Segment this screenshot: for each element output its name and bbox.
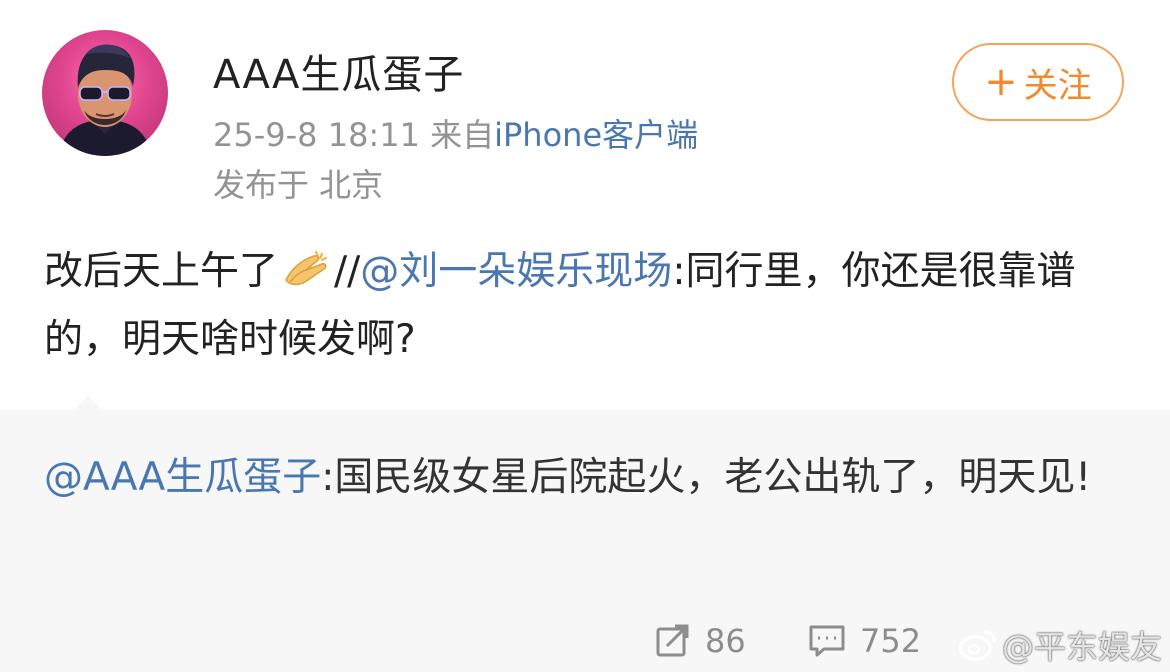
follow-button[interactable]: + 关注 xyxy=(952,43,1124,121)
repost-body: @AAA生瓜蛋子:国民级女星后院起火，老公出轨了，明天见! xyxy=(44,444,1129,512)
repost-count-button[interactable]: 86 xyxy=(655,622,746,660)
post-source-link[interactable]: iPhone客户端 xyxy=(494,116,698,154)
follow-label: 关注 xyxy=(1023,65,1092,106)
weibo-logo-icon xyxy=(958,630,996,661)
repost-author-mention[interactable]: @AAA生瓜蛋子 xyxy=(44,455,321,500)
mention-link[interactable]: @刘一朵娱乐现场 xyxy=(360,249,672,294)
plus-icon: + xyxy=(984,59,1018,105)
post-text-before: 改后天上午了 xyxy=(44,249,279,294)
comment-count-button[interactable]: 752 xyxy=(808,622,921,660)
author-name[interactable]: AAA生瓜蛋子 xyxy=(213,42,464,100)
post-location: 发布于 北京 xyxy=(213,166,384,204)
repost-count: 86 xyxy=(705,622,746,660)
watermark: @平东娱友 xyxy=(958,622,1162,668)
comment-icon xyxy=(809,625,845,657)
avatar[interactable] xyxy=(42,30,168,156)
clapping-hands-icon xyxy=(282,247,330,309)
comment-count: 752 xyxy=(860,622,922,660)
post-timestamp: 25-9-8 18:11 xyxy=(213,116,420,154)
repost-text: :国民级女星后院起火，老公出轨了，明天见! xyxy=(321,455,1091,500)
repost-icon xyxy=(656,624,689,657)
repost-separator: // xyxy=(334,249,361,294)
watermark-text: @平东娱友 xyxy=(1002,628,1163,666)
source-prefix: 来自 xyxy=(430,116,495,154)
post-meta: 25-9-8 18:11 来自iPhone客户端 xyxy=(213,110,698,156)
post-body: 改后天上午了 //@刘一朵娱乐现场:同行里，你还是很靠谱的，明天啥时候发啊? xyxy=(44,241,1129,371)
